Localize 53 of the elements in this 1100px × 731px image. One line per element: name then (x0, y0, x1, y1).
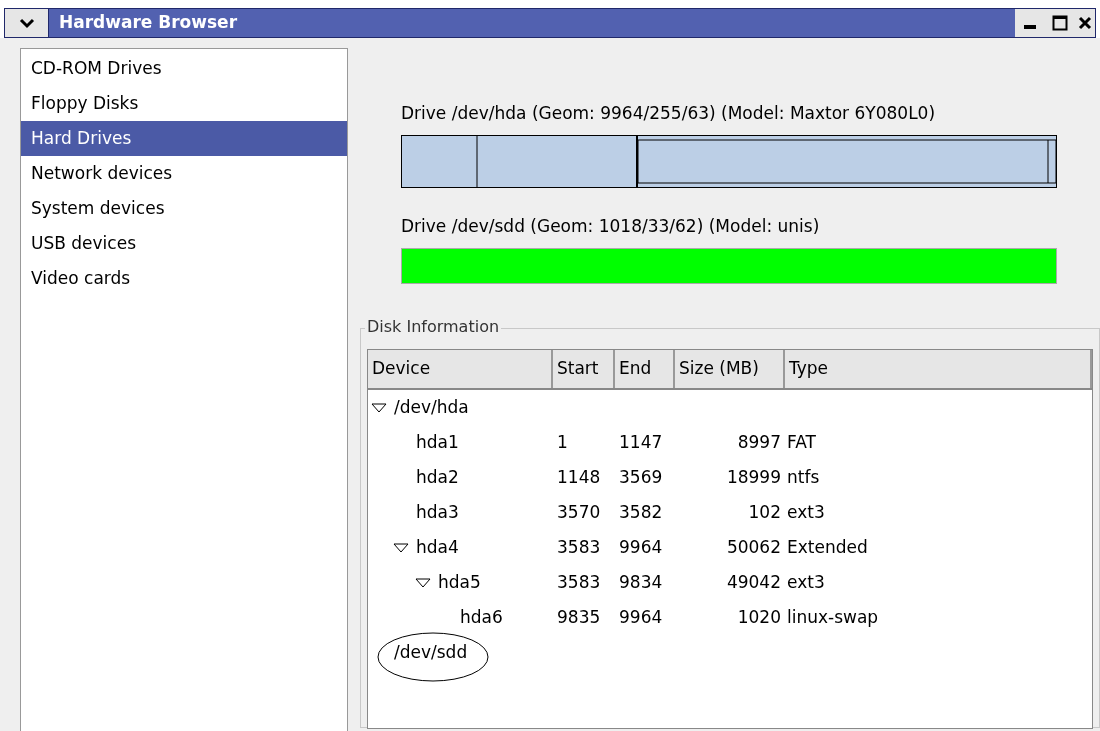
expander-triangle-icon[interactable] (414, 576, 432, 589)
column-header[interactable]: Type (785, 350, 1092, 388)
table-cell-text: 18999 (725, 465, 782, 489)
table-cell-text: 1147 (618, 430, 664, 454)
table-cell-text: 3583 (556, 535, 602, 559)
table-cell-text: 1020 (736, 605, 782, 629)
table-cell-text: 102 (747, 500, 782, 524)
table-cell-text: 3583 (556, 570, 602, 594)
device-name: /dev/hda (394, 395, 469, 419)
column-header[interactable]: Start (553, 350, 615, 388)
table-cell-text: 3582 (618, 500, 664, 524)
device-name: hda3 (416, 500, 459, 524)
device-name: hda4 (416, 535, 459, 559)
sidebar-item[interactable]: Video cards (21, 261, 347, 296)
table-cell-text: 1 (556, 430, 569, 454)
drive-label: Drive /dev/hda (Geom: 9964/255/63) (Model: Maxtor 6Y080L0) (401, 102, 937, 126)
table-cell-text: 9964 (618, 605, 664, 629)
table-cell-text: ext3 (786, 570, 825, 594)
table-cell-text: 9964 (618, 535, 664, 559)
device-name: hda6 (460, 605, 503, 629)
table-cell-text: 49042 (725, 570, 782, 594)
sidebar-item[interactable]: Hard Drives (21, 121, 347, 156)
window-title: Hardware Browser (59, 11, 238, 35)
expander-triangle-icon[interactable] (392, 541, 410, 554)
table-cell-text: 9834 (618, 570, 664, 594)
close-icon[interactable] (1078, 16, 1092, 30)
column-header[interactable]: Size (MB) (675, 350, 785, 388)
sidebar-item[interactable]: CD-ROM Drives (21, 51, 347, 86)
device-name: hda2 (416, 465, 459, 489)
table-cell-text: ext3 (786, 500, 825, 524)
device-name: /dev/sdd (394, 640, 468, 664)
table-cell-text: 3569 (618, 465, 664, 489)
table-cell-text: linux-swap (786, 605, 879, 629)
table-cell-text: 9835 (556, 605, 602, 629)
sidebar-item[interactable]: USB devices (21, 226, 347, 261)
table-cell-text: 3570 (556, 500, 602, 524)
table-cell-text: 1148 (556, 465, 602, 489)
table-cell-text: ntfs (786, 465, 820, 489)
device-name: hda1 (416, 430, 459, 454)
expander-triangle-icon[interactable] (370, 401, 388, 414)
column-header[interactable]: End (615, 350, 675, 388)
table-cell-text: 50062 (725, 535, 782, 559)
sidebar-item[interactable]: Network devices (21, 156, 347, 191)
table-cell-text: 8997 (736, 430, 782, 454)
column-header[interactable]: Device (368, 350, 553, 388)
chevron-down-icon[interactable] (18, 17, 35, 29)
sidebar-item[interactable]: Floppy Disks (21, 86, 347, 121)
device-name: hda5 (438, 570, 481, 594)
drive-label: Drive /dev/sdd (Geom: 1018/33/62) (Model: unis) (401, 215, 821, 239)
table-cell-text: FAT (786, 430, 816, 454)
table-cell-text: Extended (786, 535, 868, 559)
maximize-icon[interactable] (1052, 15, 1068, 31)
sidebar-item[interactable]: System devices (21, 191, 347, 226)
